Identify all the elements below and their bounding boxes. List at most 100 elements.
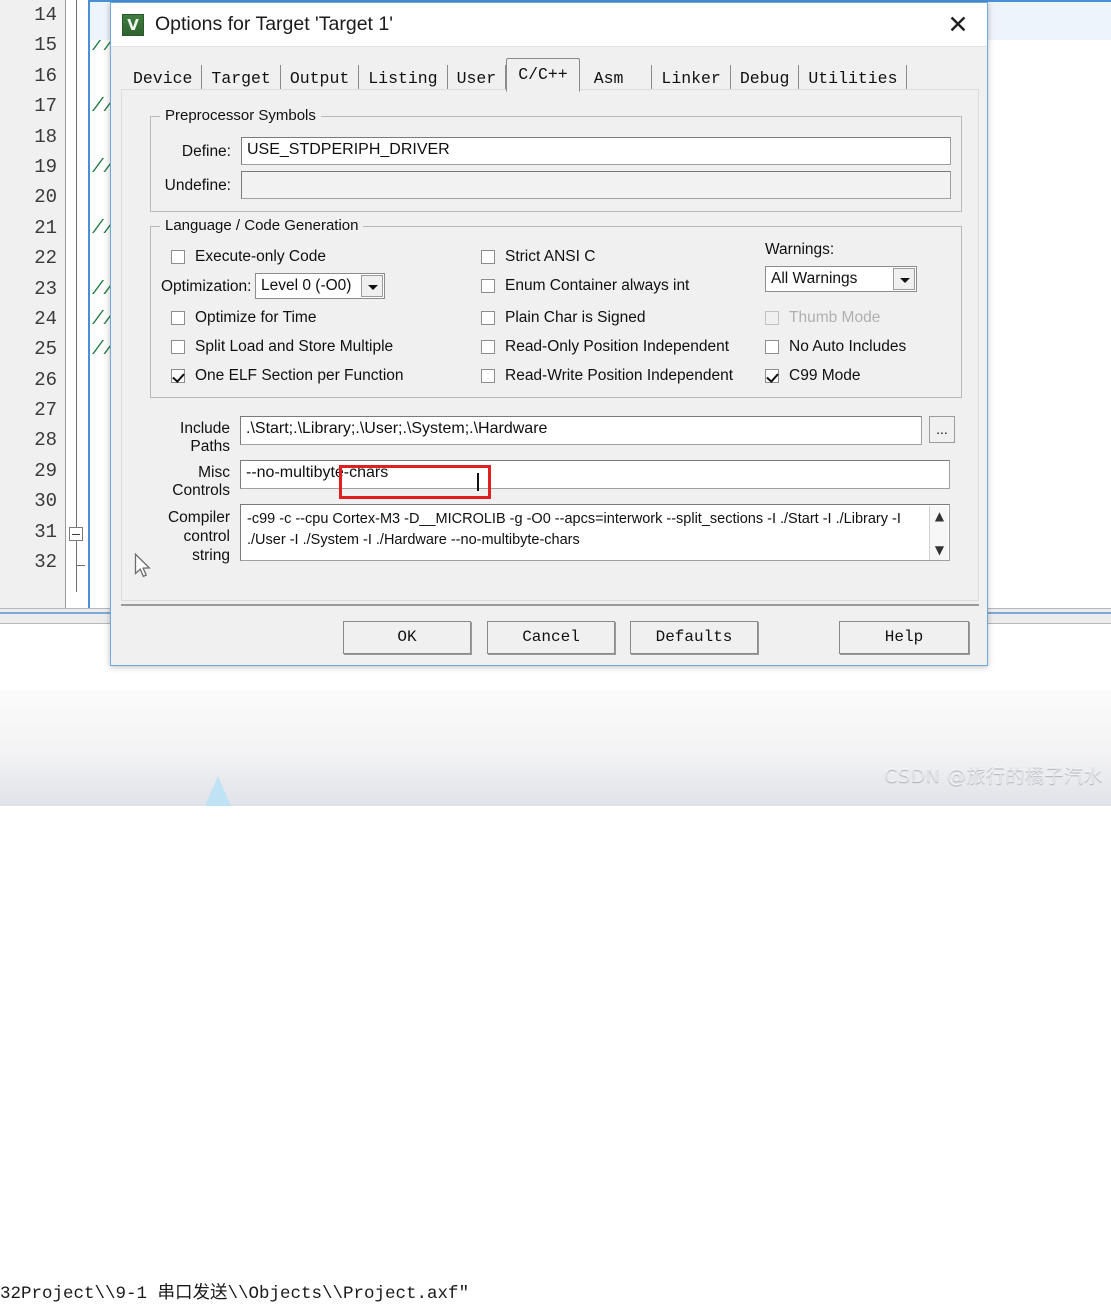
ok-button[interactable]: OK: [343, 621, 471, 654]
compiler-label-line1: Compiler: [167, 509, 230, 526]
undefine-label: Undefine:: [164, 177, 231, 194]
label-thumb-mode: Thumb Mode: [789, 309, 881, 326]
line-number: 20: [34, 186, 57, 209]
checkbox-one-elf-section[interactable]: [171, 369, 185, 383]
checkbox-split-load-store[interactable]: [171, 340, 185, 354]
label-strict-ansi-c: Strict ANSI C: [505, 248, 596, 265]
optimization-label: Optimization:: [161, 278, 252, 295]
misc-controls-label: Misc Controls: [150, 464, 230, 500]
folding-guide-line: [76, 0, 77, 592]
define-input[interactable]: USE_STDPERIPH_DRIVER: [241, 137, 951, 165]
line-number: 25: [34, 338, 57, 361]
label-plain-char-is-signed: Plain Char is Signed: [505, 309, 646, 326]
include-paths-input[interactable]: .\Start;.\Library;.\User;.\System;.\Hard…: [240, 416, 922, 445]
dialog-title: Options for Target 'Target 1': [155, 13, 393, 35]
include-paths-label: Include Paths: [150, 420, 230, 456]
mouse-cursor-icon: [134, 553, 151, 578]
dialog-title-bar[interactable]: V Options for Target 'Target 1' ✕: [111, 3, 987, 47]
checkbox-c99-mode[interactable]: [765, 369, 779, 383]
csdn-watermark: CSDN @旅行的橘子汽水: [884, 765, 1103, 787]
misc-controls-highlight-box: [339, 465, 491, 499]
pointer-triangle-icon: [205, 776, 231, 806]
uvision-icon-glyph: V: [127, 16, 139, 34]
checkbox-enum-container-always-int[interactable]: [481, 279, 495, 293]
label-read-write-position-independent: Read-Write Position Independent: [505, 367, 734, 384]
checkbox-plain-char-is-signed[interactable]: [481, 311, 495, 325]
options-dialog: V Options for Target 'Target 1' ✕ Device…: [110, 2, 988, 666]
include-paths-label-line1: Include: [180, 420, 230, 437]
line-number: 30: [34, 490, 57, 513]
group-legend: Language / Code Generation: [160, 217, 364, 234]
editor-left-border: [88, 0, 90, 608]
scroll-up-icon[interactable]: ▲: [930, 506, 949, 526]
line-number: 18: [34, 125, 57, 148]
checkbox-no-auto-includes[interactable]: [765, 340, 779, 354]
chevron-down-icon[interactable]: [893, 268, 915, 290]
checkbox-optimize-for-time[interactable]: [171, 311, 185, 325]
preprocessor-symbols-group: Preprocessor Symbols Define: USE_STDPERI…: [150, 107, 962, 212]
line-number: 17: [34, 95, 57, 118]
chevron-down-icon[interactable]: [361, 275, 383, 297]
define-label: Define:: [181, 143, 231, 160]
misc-controls-label-line2: Controls: [172, 482, 230, 499]
line-number: 32: [34, 551, 57, 574]
line-number: 26: [34, 368, 57, 391]
line-number-gutter: 14 15 16 17 18 19 20 21 22 23 24 25 26 2…: [0, 0, 66, 608]
fold-collapse-icon[interactable]: [69, 527, 83, 541]
line-number: 28: [34, 429, 57, 452]
optimization-value: Level 0 (-O0): [261, 277, 352, 294]
scroll-down-icon[interactable]: ▼: [930, 540, 949, 560]
cancel-button[interactable]: Cancel: [487, 621, 615, 654]
browse-include-paths-button[interactable]: ...: [929, 416, 955, 443]
textarea-scrollbar[interactable]: ▲ ▼: [929, 506, 948, 560]
code-folding-margin[interactable]: [66, 0, 88, 608]
line-number: 31: [34, 520, 57, 543]
misc-controls-label-line1: Misc: [198, 464, 230, 481]
tab-strip: Device Target Output Listing User C/C++ …: [111, 47, 987, 93]
line-number: 15: [34, 34, 57, 57]
fold-end-tick-icon: [76, 565, 85, 566]
line-number: 21: [34, 216, 57, 239]
include-paths-label-line2: Paths: [190, 438, 230, 455]
dialog-separator: [121, 604, 979, 606]
undefine-input[interactable]: [241, 171, 951, 199]
optimization-select[interactable]: Level 0 (-O0): [255, 273, 385, 299]
line-number: 27: [34, 399, 57, 422]
defaults-button[interactable]: Defaults: [630, 621, 758, 654]
subtitle-caption-band: 需要给编译器输入一个这样的参数，注意别写错了 CSDN @旅行的橘子汽水: [0, 690, 1111, 806]
label-split-load-store: Split Load and Store Multiple: [195, 338, 394, 355]
text-caret: [477, 473, 479, 491]
compiler-label-line2: control: [183, 528, 230, 545]
label-enum-container-always-int: Enum Container always int: [505, 277, 690, 294]
close-icon[interactable]: ✕: [933, 5, 983, 45]
build-output-text: 32Project\\9-1 串口发送\\Objects\\Project.ax…: [0, 1284, 470, 1304]
warnings-select[interactable]: All Warnings: [765, 266, 917, 292]
checkbox-read-write-position-independent[interactable]: [481, 369, 495, 383]
label-read-only-position-independent: Read-Only Position Independent: [505, 338, 730, 355]
label-execute-only-code: Execute-only Code: [195, 248, 326, 265]
compiler-label-line3: string: [192, 547, 230, 564]
checkbox-read-only-position-independent[interactable]: [481, 340, 495, 354]
checkbox-strict-ansi-c[interactable]: [481, 250, 495, 264]
line-number: 14: [34, 4, 57, 26]
line-number: 22: [34, 247, 57, 270]
line-number: 24: [34, 307, 57, 330]
line-number: 29: [34, 459, 57, 482]
compiler-control-string-textarea[interactable]: -c99 -c --cpu Cortex-M3 -D__MICROLIB -g …: [240, 504, 950, 561]
compiler-control-string-label: Compiler control string: [150, 508, 230, 565]
label-optimize-for-time: Optimize for Time: [195, 309, 317, 326]
checkbox-execute-only-code[interactable]: [171, 250, 185, 264]
tab-c-cpp[interactable]: C/C++: [506, 58, 580, 92]
checkbox-thumb-mode: [765, 311, 779, 325]
group-legend: Preprocessor Symbols: [160, 107, 321, 124]
uvision-app-icon: V: [122, 14, 144, 36]
label-no-auto-includes: No Auto Includes: [789, 338, 907, 355]
c-cpp-tab-panel: Preprocessor Symbols Define: USE_STDPERI…: [121, 89, 979, 601]
label-one-elf-section: One ELF Section per Function: [195, 367, 404, 384]
warnings-value: All Warnings: [771, 270, 858, 287]
help-button[interactable]: Help: [839, 621, 969, 654]
compiler-control-string-value: -c99 -c --cpu Cortex-M3 -D__MICROLIB -g …: [247, 511, 901, 548]
warnings-label: Warnings:: [765, 241, 835, 258]
language-code-generation-group: Language / Code Generation Execute-only …: [150, 217, 962, 398]
line-number: 16: [34, 64, 57, 87]
